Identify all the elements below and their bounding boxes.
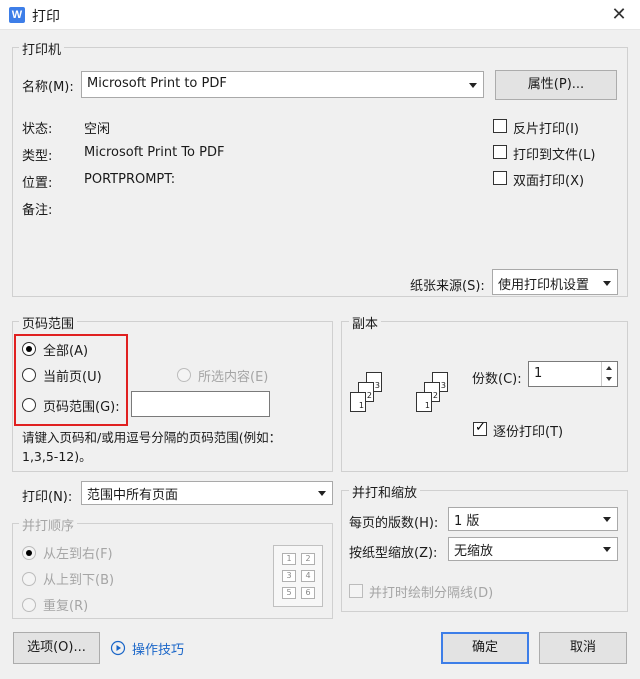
printer-name-select[interactable]: Microsoft Print to PDF [81, 71, 484, 98]
chevron-down-icon [603, 517, 611, 522]
duplex-print-checkbox[interactable] [493, 171, 507, 185]
copies-count-spinner[interactable]: 1 [528, 361, 618, 387]
printer-name-value: Microsoft Print to PDF [87, 76, 227, 91]
order-repeat-radio[interactable] [22, 598, 36, 612]
close-icon[interactable]: ✕ [602, 2, 636, 28]
status-label: 状态: [22, 122, 53, 137]
copies-count-value: 1 [534, 366, 543, 381]
zoom-title: 并打和缩放 [349, 482, 421, 501]
order-top-bottom-label: 从上到下(B) [43, 573, 115, 588]
wps-app-icon: W [9, 7, 25, 23]
printer-name-label: 名称(M): [22, 80, 74, 95]
spin-buttons [601, 362, 617, 386]
duplex-print-label: 双面打印(X) [513, 174, 585, 189]
ok-button[interactable]: 确定 [441, 632, 529, 664]
print-what-value: 范围中所有页面 [87, 488, 179, 503]
page-range-hint-example: 1,3,5-12)。 [22, 449, 92, 464]
chevron-down-icon [469, 83, 477, 88]
window-title: 打印 [32, 9, 60, 25]
page-range-title: 页码范围 [19, 313, 78, 332]
paper-source-label: 纸张来源(S): [410, 279, 485, 294]
spin-down-icon[interactable] [606, 377, 612, 381]
scale-value: 无缩放 [454, 544, 494, 559]
order-left-right-label: 从左到右(F) [43, 547, 113, 562]
page-icon: 1 [350, 392, 366, 412]
order-top-bottom-radio[interactable] [22, 572, 36, 586]
order-repeat-label: 重复(R) [43, 599, 89, 614]
scale-label: 按纸型缩放(Z): [349, 546, 438, 561]
grid-cell: 4 [301, 570, 315, 582]
grid-cell: 1 [282, 553, 296, 565]
grid-cell: 2 [301, 553, 315, 565]
print-what-label: 打印(N): [22, 490, 73, 505]
title-bar: W 打印 ✕ [0, 0, 640, 30]
highlight-box [14, 334, 128, 426]
chevron-down-icon [603, 547, 611, 552]
print-to-file-label: 打印到文件(L) [513, 148, 596, 163]
location-label: 位置: [22, 176, 53, 191]
print-what-select[interactable]: 范围中所有页面 [81, 481, 333, 505]
paper-source-select[interactable]: 使用打印机设置 [492, 269, 618, 295]
comment-label: 备注: [22, 203, 53, 218]
play-circle-icon [110, 640, 126, 656]
chevron-down-icon [603, 281, 611, 286]
collate-illustration: 3 2 1 3 2 1 [350, 372, 460, 432]
order-grid-preview: 1 2 3 4 5 6 [273, 545, 323, 607]
chevron-down-icon [318, 491, 326, 496]
order-title: 并打顺序 [19, 515, 78, 534]
collate-checkbox[interactable] [473, 420, 487, 436]
pages-per-sheet-value: 1 版 [454, 514, 480, 529]
cancel-button[interactable]: 取消 [539, 632, 627, 664]
page-icon: 1 [416, 392, 432, 412]
location-value: PORTPROMPT: [84, 172, 176, 187]
collate-label: 逐份打印(T) [493, 425, 564, 440]
print-to-file-checkbox[interactable] [493, 145, 507, 159]
reverse-print-checkbox[interactable] [493, 119, 507, 133]
status-value: 空闲 [84, 122, 111, 137]
grid-cell: 5 [282, 587, 296, 599]
page-range-hint: 请键入页码和/或用逗号分隔的页码范围(例如： [22, 430, 282, 445]
pages-per-sheet-label: 每页的版数(H): [349, 516, 439, 531]
draw-borders-label: 并打时绘制分隔线(D) [369, 586, 494, 601]
spin-up-icon[interactable] [606, 366, 612, 370]
scale-select[interactable]: 无缩放 [448, 537, 618, 561]
reverse-print-label: 反片打印(I) [513, 122, 579, 137]
type-value: Microsoft Print To PDF [84, 145, 225, 160]
printer-group-title: 打印机 [19, 39, 65, 58]
range-selection-label: 所选内容(E) [198, 370, 269, 385]
order-left-right-radio[interactable] [22, 546, 36, 560]
grid-cell: 6 [301, 587, 315, 599]
pages-per-sheet-select[interactable]: 1 版 [448, 507, 618, 531]
range-selection-radio[interactable] [177, 368, 191, 382]
copies-title: 副本 [349, 313, 382, 332]
tips-link-label: 操作技巧 [132, 643, 185, 658]
copies-count-label: 份数(C): [472, 372, 522, 387]
type-label: 类型: [22, 149, 53, 164]
options-button[interactable]: 选项(O)... [13, 632, 100, 664]
paper-source-value: 使用打印机设置 [498, 278, 590, 293]
page-range-input[interactable] [131, 391, 270, 417]
properties-button[interactable]: 属性(P)... [495, 70, 617, 100]
draw-borders-checkbox[interactable] [349, 584, 363, 598]
grid-cell: 3 [282, 570, 296, 582]
